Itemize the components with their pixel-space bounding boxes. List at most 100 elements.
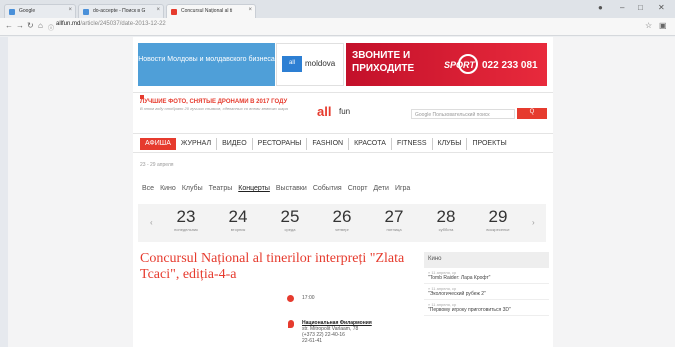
category-events[interactable]: События	[313, 185, 342, 192]
list-item[interactable]: » 11 апреля, ср "Экологический рубеж 2"	[424, 284, 549, 300]
day-item[interactable]: 24 вторник	[218, 207, 258, 232]
divider	[133, 133, 553, 134]
date-range: 23 - 29 апреля	[140, 162, 174, 168]
nav-item-projects[interactable]: ПРОЕКТЫ	[467, 138, 511, 150]
ad-phone: 022 233 081	[482, 60, 538, 71]
allfun-favicon-icon	[171, 9, 177, 15]
day-item[interactable]: 25 среда	[270, 207, 310, 232]
search-button[interactable]: Q	[517, 108, 547, 119]
nav-item-video[interactable]: ВИДЕО	[217, 138, 253, 150]
news-banner-ad[interactable]: Новости Молдовы и молдавского бизнеса	[138, 43, 275, 86]
extension-icon[interactable]: ▣	[659, 21, 667, 30]
venue-phone2: 22-61-41	[302, 338, 323, 344]
item-title[interactable]: "Экологический рубеж 2"	[428, 291, 545, 297]
tab-title: Google	[19, 8, 36, 14]
divider	[133, 92, 553, 93]
day-weekday: среда	[284, 227, 296, 232]
ad-brand: SPORT	[444, 60, 475, 70]
tab-title: Concursul Național al ti	[181, 8, 233, 14]
category-concerts[interactable]: Концерты	[238, 185, 270, 192]
category-all[interactable]: Все	[142, 185, 154, 192]
user-icon[interactable]: ●	[598, 3, 603, 12]
close-icon[interactable]: ×	[68, 7, 72, 13]
sport-banner-ad[interactable]: ЗВОНИТЕ И ПРИХОДИТЕ SPORT 022 233 081	[346, 43, 547, 86]
main-nav: АФИША ЖУРНАЛ ВИДЕО РЕСТОРАНЫ FASHION КРА…	[140, 138, 512, 150]
day-number: 27	[384, 207, 404, 226]
close-icon[interactable]: ×	[156, 7, 160, 13]
logo-all: all	[317, 104, 332, 119]
day-item[interactable]: 27 пятница	[374, 207, 414, 232]
close-window-icon[interactable]: ✕	[658, 3, 665, 12]
moldova-text: moldova	[305, 59, 336, 68]
day-number: 25	[280, 207, 300, 226]
search-input[interactable]: Google Пользовательский поиск	[411, 109, 515, 119]
google-favicon-icon	[83, 9, 89, 15]
day-number: 26	[332, 207, 352, 226]
day-item[interactable]: 28 суббота	[426, 207, 466, 232]
category-theatres[interactable]: Театры	[209, 185, 233, 192]
star-icon[interactable]: ☆	[645, 21, 652, 30]
day-number: 23	[176, 207, 196, 226]
nav-item-clubs[interactable]: КЛУБЫ	[433, 138, 468, 150]
day-weekday: пятница	[386, 227, 402, 232]
sidebar-cinema: Кино » 11 апреля, ср "Tomb Raider: Лара …	[424, 252, 549, 316]
info-icon: ⓘ	[48, 26, 55, 32]
list-item[interactable]: » 11 апреля, ср "Первому игроку приготов…	[424, 300, 549, 316]
prev-week-icon[interactable]: ‹	[150, 218, 153, 227]
divider	[133, 152, 553, 153]
nav-item-journal[interactable]: ЖУРНАЛ	[176, 138, 218, 150]
address-bar: ← → ↻ ⌂ ⓘ allfun.md/article/245037/date-…	[0, 18, 675, 36]
tab-title: do-accepte - Поиск в G	[93, 8, 146, 14]
day-item[interactable]: 23 понедельник	[166, 207, 206, 232]
category-filter: Все Кино Клубы Театры Концерты Выставки …	[142, 185, 416, 192]
day-weekday: вторник	[230, 227, 246, 232]
left-edge	[0, 37, 8, 347]
home-icon[interactable]: ⌂	[38, 21, 43, 30]
nav-item-restaurants[interactable]: РЕСТОРАНЫ	[253, 138, 308, 150]
nav-item-fitness[interactable]: FITNESS	[392, 138, 433, 150]
minimize-icon[interactable]: –	[620, 3, 624, 12]
close-icon[interactable]: ×	[248, 7, 252, 13]
day-number: 29	[488, 207, 508, 226]
nav-item-fashion[interactable]: FASHION	[307, 138, 350, 150]
day-item[interactable]: 29 воскресенье	[478, 207, 518, 232]
site-logo[interactable]: all fun	[317, 104, 361, 120]
forward-icon[interactable]: →	[16, 21, 24, 30]
day-weekday: понедельник	[174, 227, 198, 232]
category-cinema[interactable]: Кино	[160, 185, 176, 192]
promo-title[interactable]: ЛУЧШИЕ ФОТО, СНЯТЫЕ ДРОНАМИ В 2017 ГОДУ	[140, 99, 290, 106]
location-pin-icon	[288, 320, 294, 328]
category-kids[interactable]: Дети	[373, 185, 389, 192]
item-title[interactable]: "Первому игроку приготовиться 3D"	[428, 307, 545, 313]
search-icon: Q	[529, 109, 535, 115]
item-title[interactable]: "Tomb Raider: Лара Крофт"	[428, 275, 545, 281]
category-clubs[interactable]: Клубы	[182, 185, 203, 192]
event-venue: Национальная Филармония str. Mitropolit …	[302, 320, 372, 344]
category-games[interactable]: Игра	[395, 185, 410, 192]
moldova-logo-icon: all	[282, 56, 302, 72]
browser-tab[interactable]: Google ×	[4, 4, 76, 18]
browser-tab-strip: Google × do-accepte - Поиск в G × Concur…	[0, 0, 675, 18]
day-picker: ‹ 23 понедельник 24 вторник 25 среда 26 четв…	[138, 204, 546, 242]
ad-text: Новости Молдовы и молдавского бизнеса	[138, 56, 275, 63]
back-icon[interactable]: ←	[5, 21, 13, 30]
category-sport[interactable]: Спорт	[348, 185, 368, 192]
browser-tab[interactable]: do-accepte - Поиск в G ×	[78, 4, 164, 18]
nav-item-beauty[interactable]: КРАСОТА	[349, 138, 392, 150]
next-week-icon[interactable]: ›	[532, 218, 535, 227]
ad-line1: ЗВОНИТЕ И	[352, 50, 411, 61]
nav-item-afisha[interactable]: АФИША	[140, 138, 176, 150]
url-field[interactable]: allfun.md/article/245037/date-2013-12-22	[56, 21, 166, 27]
day-weekday: суббота	[438, 227, 454, 232]
day-item[interactable]: 26 четверг	[322, 207, 362, 232]
clock-icon	[287, 295, 294, 302]
event-time: 17:00	[302, 295, 315, 301]
list-item[interactable]: » 11 апреля, ср "Tomb Raider: Лара Крофт…	[424, 268, 549, 284]
category-exhibitions[interactable]: Выставки	[276, 185, 307, 192]
url-path: /article/245037/date-2013-12-22	[80, 21, 166, 27]
maximize-icon[interactable]: □	[638, 3, 643, 12]
moldova-banner-ad[interactable]: all moldova	[276, 43, 344, 86]
browser-tab-active[interactable]: Concursul Național al ti ×	[166, 4, 256, 18]
reload-icon[interactable]: ↻	[27, 21, 34, 30]
promo-teaser[interactable]: ЛУЧШИЕ ФОТО, СНЯТЫЕ ДРОНАМИ В 2017 ГОДУ …	[140, 95, 290, 111]
